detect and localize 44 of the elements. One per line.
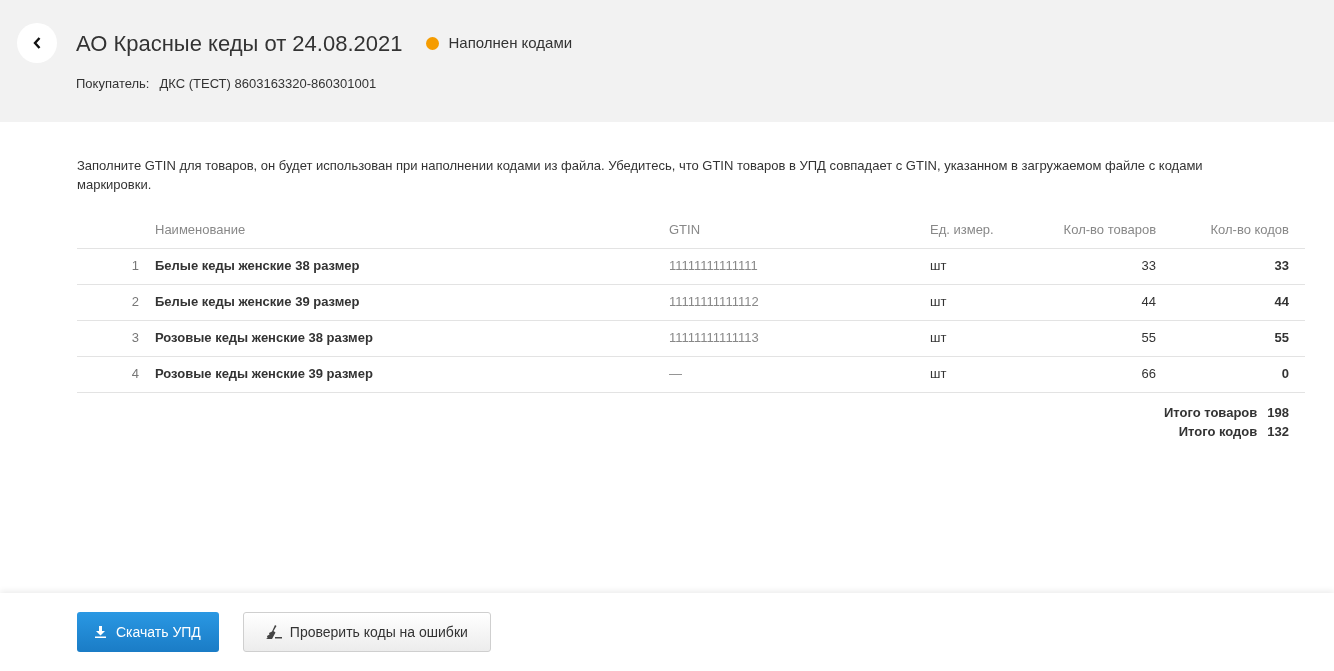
codes-count: 44	[1274, 294, 1289, 310]
notice-text: Заполните GTIN для товаров, он будет использован при наполнении кодами из файла. Убедитесь, что GTIN товаров в УПД совпадает с GTIN, указанном в загружаемом файле с кодами маркировки.	[77, 157, 1204, 194]
buyer-value: ДКС (ТЕСТ) 8603163320-860301001	[159, 75, 377, 93]
column-header: Кол-во кодов	[1210, 222, 1289, 237]
buyer-label: Покупатель:	[76, 75, 150, 93]
goods-count: 66	[1141, 366, 1157, 382]
row-number: 4	[131, 366, 139, 382]
total-label: Итого кодов	[1178, 422, 1258, 441]
total-label: Итого товаров	[1163, 403, 1258, 422]
gtin-value: —	[669, 366, 682, 382]
total-value: 132	[1267, 422, 1289, 441]
total-value: 198	[1267, 403, 1289, 422]
codes-count: 0	[1281, 366, 1289, 382]
column-header: GTIN	[669, 222, 701, 237]
chevron-left-icon	[33, 37, 41, 49]
row-number: 1	[131, 258, 139, 274]
row-number: 3	[131, 330, 139, 346]
column-header: Наименование	[155, 222, 246, 237]
unit-value: шт	[930, 258, 947, 274]
broom-icon	[265, 625, 282, 639]
unit-value: шт	[930, 330, 947, 346]
download-icon	[95, 626, 106, 638]
column-header: Ед. измер.	[930, 222, 994, 237]
column-header: Кол-во товаров	[1063, 222, 1157, 237]
unit-value: шт	[930, 366, 947, 382]
back-button[interactable]	[17, 23, 57, 63]
unit-value: шт	[930, 294, 947, 310]
codes-count: 55	[1274, 330, 1289, 346]
gtin-value: 11111111111113	[669, 330, 759, 346]
product-name: Белые кеды женские 38 размер	[155, 258, 360, 274]
goods-count: 44	[1141, 294, 1157, 310]
goods-count: 55	[1141, 330, 1157, 346]
goods-count: 33	[1141, 258, 1157, 274]
gtin-value: 11111111111111	[669, 258, 758, 274]
codes-count: 33	[1274, 258, 1289, 274]
product-name: Розовые кеды женские 38 размер	[155, 330, 373, 346]
product-name: Белые кеды женские 39 размер	[155, 294, 360, 310]
row-number: 2	[131, 294, 139, 310]
document-title: АО Красные кеды от 24.08.2021	[76, 30, 403, 58]
status-label: Наполнен кодами	[448, 33, 573, 54]
download-button[interactable]: Скачать УПД	[77, 612, 219, 652]
check-button[interactable]: Проверить коды на ошибки	[242, 612, 491, 652]
product-name: Розовые кеды женские 39 размер	[155, 366, 373, 382]
gtin-value: 11111111111112	[669, 294, 759, 310]
